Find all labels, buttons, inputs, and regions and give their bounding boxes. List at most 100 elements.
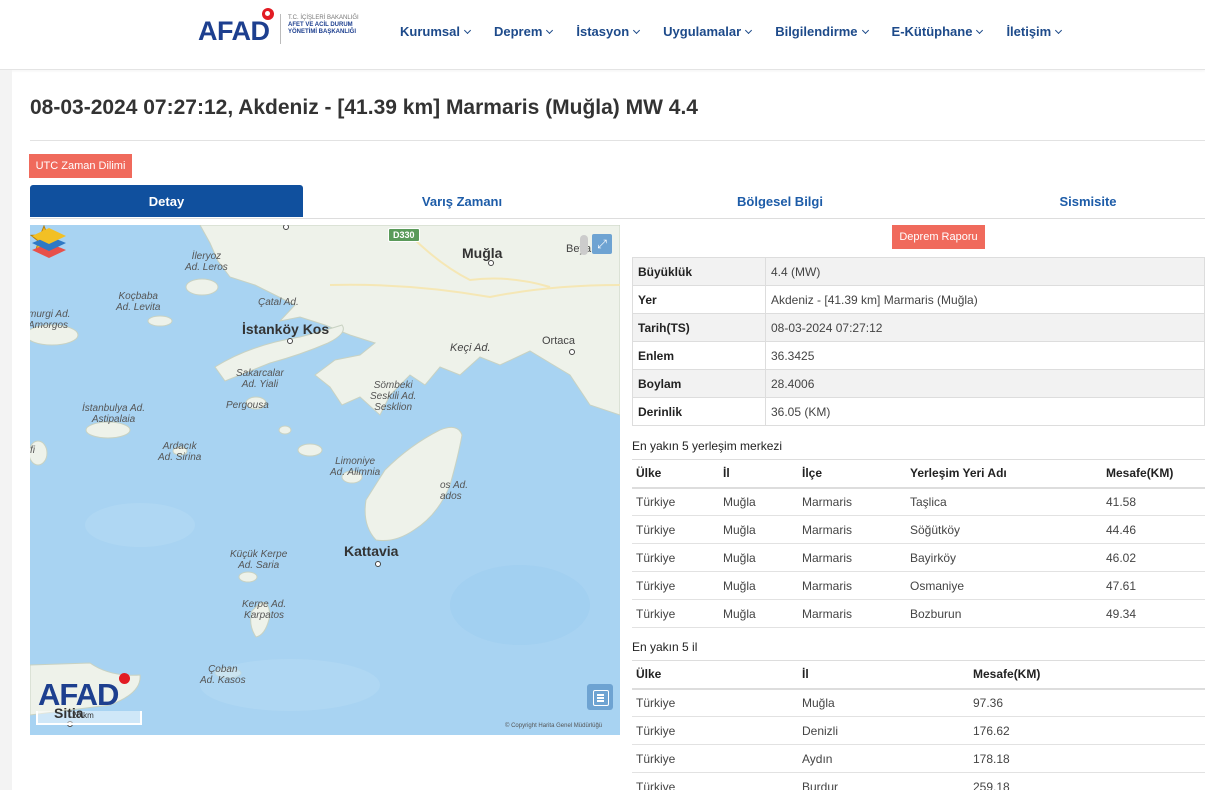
table-cell: 178.18 bbox=[969, 744, 1205, 773]
nav-item-kurumsal[interactable]: Kurumsal bbox=[400, 24, 472, 39]
table-cell: Muğla bbox=[719, 487, 798, 516]
table-cell: Taşlica bbox=[906, 487, 1102, 516]
map-island-label: os Ad. ados bbox=[440, 480, 468, 502]
table-row: Türkiye Muğla 97.36 bbox=[632, 688, 1205, 717]
tab-sismisite[interactable]: Sismisite bbox=[939, 185, 1205, 217]
chevron-down-icon bbox=[633, 26, 641, 34]
title-divider bbox=[30, 140, 1205, 141]
detail-value: 36.05 (KM) bbox=[765, 397, 1205, 426]
nav-item-uygulamalar[interactable]: Uygulamalar bbox=[663, 24, 753, 39]
main-nav: Kurumsal Deprem İstasyon Uygulamalar Bil… bbox=[400, 24, 1085, 39]
column-header: İlçe bbox=[798, 459, 906, 489]
nav-item-deprem[interactable]: Deprem bbox=[494, 24, 554, 39]
utc-timezone-button[interactable]: UTC Zaman Dilimi bbox=[29, 154, 132, 178]
layers-icon[interactable] bbox=[30, 225, 68, 261]
column-header: İl bbox=[719, 459, 798, 489]
chevron-down-icon bbox=[1055, 26, 1063, 34]
page-title: 08-03-2024 07:27:12, Akdeniz - [41.39 km… bbox=[30, 96, 698, 119]
table-cell: Marmaris bbox=[798, 515, 906, 544]
map-island-label: Koçbaba Ad. Levita bbox=[116, 291, 161, 313]
site-header: AFAD T.C. İÇİŞLERİ BAKANLIĞI AFET VE ACİ… bbox=[0, 0, 1205, 70]
column-header: Mesafe(KM) bbox=[969, 660, 1205, 690]
map-city-label: Sitia bbox=[54, 705, 84, 721]
table-cell: Marmaris bbox=[798, 571, 906, 600]
detail-value: Akdeniz - [41.39 km] Marmaris (Muğla) bbox=[765, 285, 1205, 314]
settlements-table: Ülke İl İlçe Yerleşim Yeri Adı Mesafe(KM… bbox=[632, 459, 1205, 628]
table-cell: Söğütköy bbox=[906, 515, 1102, 544]
epicenter-map[interactable]: D330 Muğla İstanköy Kos Kattavia Ortaca … bbox=[30, 225, 620, 735]
nav-item-bilgilendirme[interactable]: Bilgilendirme bbox=[775, 24, 869, 39]
table-cell: 44.46 bbox=[1102, 515, 1205, 544]
earthquake-details-table: Büyüklük 4.4 (MW) Yer Akdeniz - [41.39 km] … bbox=[632, 257, 1205, 426]
map-island-label: İleryoz Ad. Leros bbox=[185, 251, 228, 273]
detail-key: Büyüklük bbox=[632, 257, 766, 286]
table-cell: Muğla bbox=[798, 688, 969, 717]
table-cell: Denizli bbox=[798, 716, 969, 745]
map-scroll-thumb[interactable] bbox=[580, 235, 588, 255]
legend-list-icon[interactable] bbox=[587, 684, 613, 710]
map-island-label: fi bbox=[30, 445, 35, 456]
detail-row: Büyüklük 4.4 (MW) bbox=[632, 257, 1205, 286]
fullscreen-icon[interactable]: ⤢ bbox=[592, 234, 612, 254]
map-island-label: Ardacık Ad. Sirina bbox=[158, 441, 202, 463]
table-cell: Marmaris bbox=[798, 487, 906, 516]
crescent-star-icon bbox=[262, 8, 274, 20]
table-cell: Türkiye bbox=[632, 487, 719, 516]
detail-value: 4.4 (MW) bbox=[765, 257, 1205, 286]
map-scale-bar: 20 km bbox=[36, 711, 142, 725]
map-town-label: Ortaca bbox=[542, 335, 576, 347]
table-cell: 259.18 bbox=[969, 772, 1205, 790]
map-city-label: Kattavia bbox=[344, 543, 399, 559]
table-cell: Türkiye bbox=[632, 571, 719, 600]
chevron-down-icon bbox=[976, 26, 984, 34]
page-gutter bbox=[0, 70, 12, 790]
table-cell: Türkiye bbox=[632, 688, 798, 717]
table-cell: 47.61 bbox=[1102, 571, 1205, 600]
nav-item-e-kutuphane[interactable]: E-Kütüphane bbox=[892, 24, 984, 39]
column-header: Mesafe(KM) bbox=[1102, 459, 1205, 489]
detail-value: 28.4006 bbox=[765, 369, 1205, 398]
table-cell: Türkiye bbox=[632, 744, 798, 773]
table-row: Türkiye Muğla Marmaris Taşlica 41.58 bbox=[632, 487, 1205, 516]
table-row: Türkiye Denizli 176.62 bbox=[632, 716, 1205, 745]
column-header: Ülke bbox=[632, 459, 719, 489]
nav-item-iletisim[interactable]: İletişim bbox=[1006, 24, 1063, 39]
table-row: Türkiye Aydın 178.18 bbox=[632, 744, 1205, 773]
table-cell: Türkiye bbox=[632, 599, 719, 628]
map-island-label: Çatal Ad. bbox=[258, 297, 299, 308]
nav-item-istasyon[interactable]: İstasyon bbox=[576, 24, 641, 39]
logo-divider bbox=[280, 14, 281, 44]
tab-detay[interactable]: Detay bbox=[30, 185, 303, 217]
column-header: Ülke bbox=[632, 660, 798, 690]
table-row: Türkiye Muğla Marmaris Osmaniye 47.61 bbox=[632, 571, 1205, 600]
map-copyright: © Copyright Harita Genel Müdürlüğü bbox=[505, 723, 603, 729]
table-cell: Muğla bbox=[719, 515, 798, 544]
table-cell: Burdur bbox=[798, 772, 969, 790]
table-cell: Türkiye bbox=[632, 515, 719, 544]
table-cell: 49.34 bbox=[1102, 599, 1205, 628]
detail-key: Boylam bbox=[632, 369, 766, 398]
tab-bolgesel-bilgi[interactable]: Bölgesel Bilgi bbox=[621, 185, 939, 217]
table-cell: 41.58 bbox=[1102, 487, 1205, 516]
map-island-label: Limoniye Ad. Alimnia bbox=[330, 456, 381, 478]
provinces-label: En yakın 5 il bbox=[632, 640, 698, 654]
table-cell: Aydın bbox=[798, 744, 969, 773]
chevron-down-icon bbox=[463, 26, 472, 34]
map-island-label: Küçük Kerpe Ad. Saria bbox=[230, 549, 288, 571]
detail-key: Derinlik bbox=[632, 397, 766, 426]
earthquake-report-button[interactable]: Deprem Raporu bbox=[892, 225, 985, 249]
logo-sub-line: YÖNETİMİ BAŞKANLIĞI bbox=[288, 29, 357, 35]
table-row: Türkiye Muğla Marmaris Söğütköy 44.46 bbox=[632, 515, 1205, 544]
table-row: Türkiye Muğla Marmaris Bozburun 49.34 bbox=[632, 599, 1205, 628]
map-island-label: Sömbeki Seskili Ad. Sesklion bbox=[370, 380, 417, 413]
tab-varis-zamani[interactable]: Varış Zamanı bbox=[303, 185, 621, 217]
crescent-star-icon bbox=[119, 673, 130, 684]
settlements-label: En yakın 5 yerleşim merkezi bbox=[632, 439, 783, 453]
table-cell: Bozburun bbox=[906, 599, 1102, 628]
chevron-down-icon bbox=[745, 26, 753, 34]
provinces-table: Ülke İl Mesafe(KM) Türkiye Muğla 97.36 Türk… bbox=[632, 660, 1205, 790]
chevron-down-icon bbox=[861, 26, 869, 34]
afad-logo[interactable]: AFAD T.C. İÇİŞLERİ BAKANLIĞI AFET VE ACİ… bbox=[198, 8, 368, 58]
table-row: Türkiye Burdur 259.18 bbox=[632, 772, 1205, 790]
detail-key: Yer bbox=[632, 285, 766, 314]
